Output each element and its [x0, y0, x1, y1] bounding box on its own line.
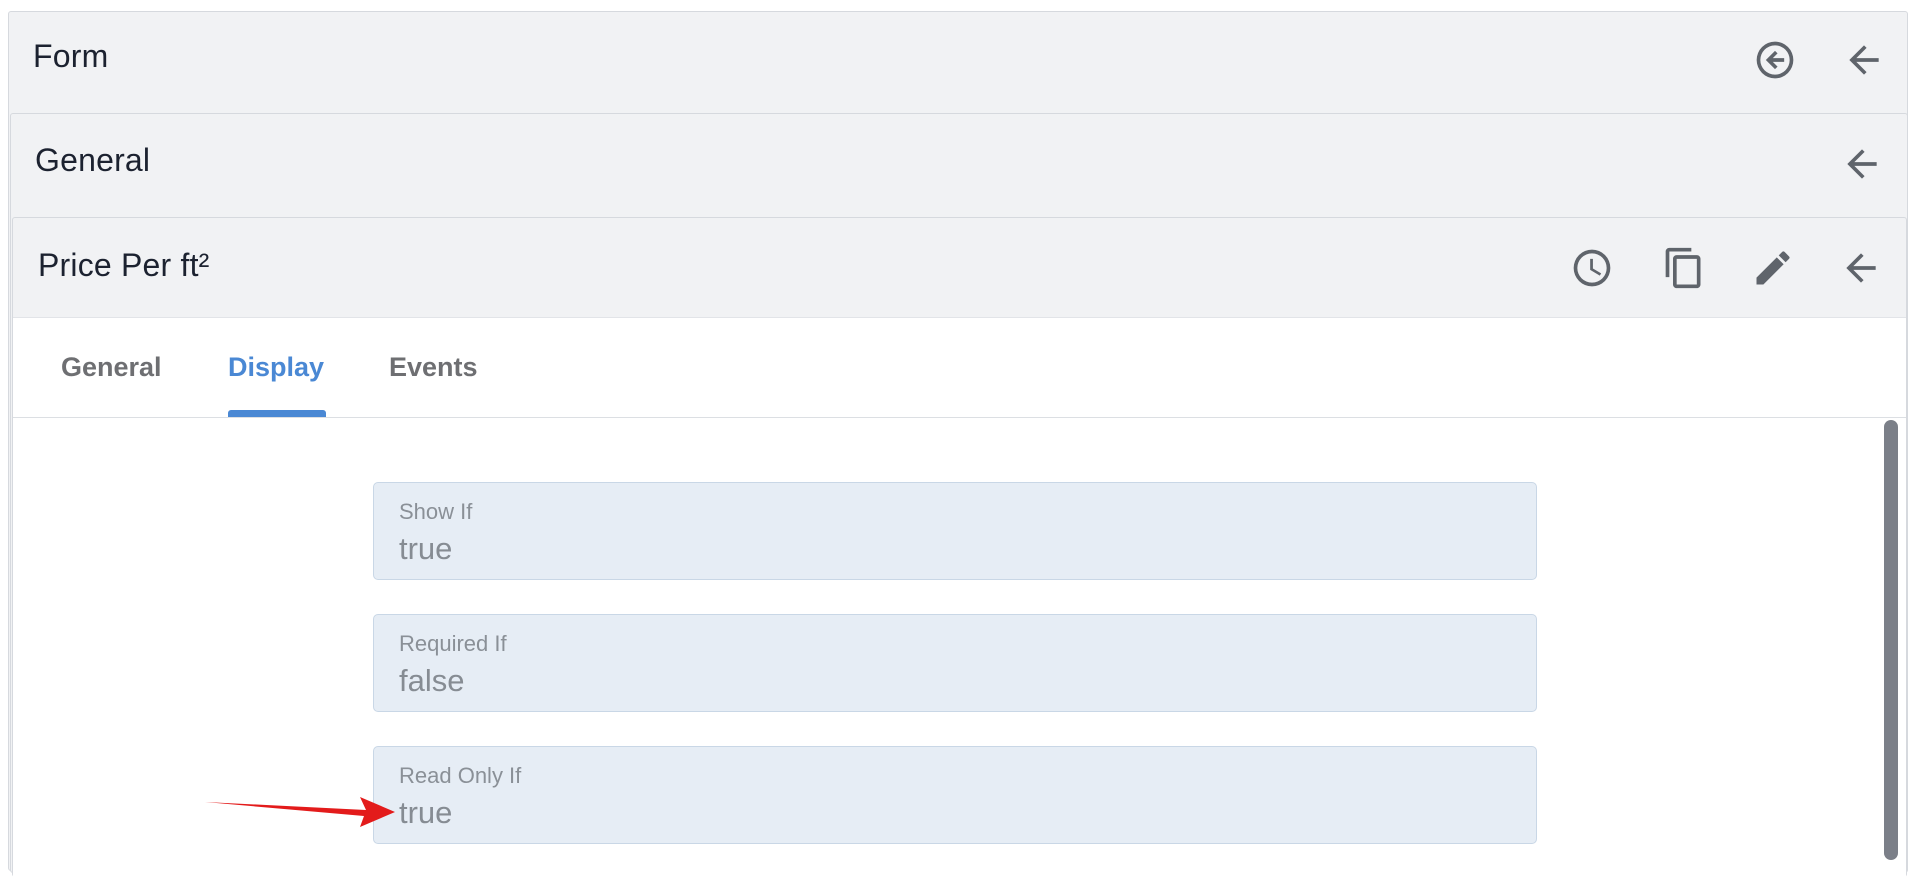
back-arrow-icon[interactable] — [1837, 244, 1885, 292]
active-tab-indicator — [228, 410, 326, 417]
copy-icon[interactable] — [1660, 244, 1708, 292]
tab-events[interactable]: Events — [389, 352, 478, 383]
required-if-value: false — [399, 663, 465, 698]
history-clock-icon[interactable] — [1568, 244, 1616, 292]
read-only-if-value: true — [399, 795, 453, 830]
form-panel-title: Form — [33, 38, 109, 74]
tab-bar: General Display Events — [13, 318, 1906, 418]
show-if-value: true — [399, 531, 453, 566]
read-only-if-label: Read Only If — [399, 763, 522, 788]
vertical-scrollbar[interactable] — [1884, 420, 1898, 860]
back-arrow-icon[interactable] — [1840, 36, 1888, 84]
read-only-if-field[interactable]: Read Only If true — [373, 746, 1537, 844]
show-if-label: Show If — [399, 499, 473, 524]
tab-general[interactable]: General — [61, 352, 162, 383]
back-arrow-icon[interactable] — [1838, 140, 1886, 188]
general-panel-title: General — [35, 142, 151, 178]
exit-circle-icon[interactable] — [1751, 36, 1799, 84]
edit-pencil-icon[interactable] — [1749, 244, 1797, 292]
required-if-field[interactable]: Required If false — [373, 614, 1537, 712]
required-if-label: Required If — [399, 631, 507, 656]
field-panel-title: Price Per ft² — [38, 247, 210, 283]
show-if-field[interactable]: Show If true — [373, 482, 1537, 580]
tab-display[interactable]: Display — [228, 352, 324, 383]
